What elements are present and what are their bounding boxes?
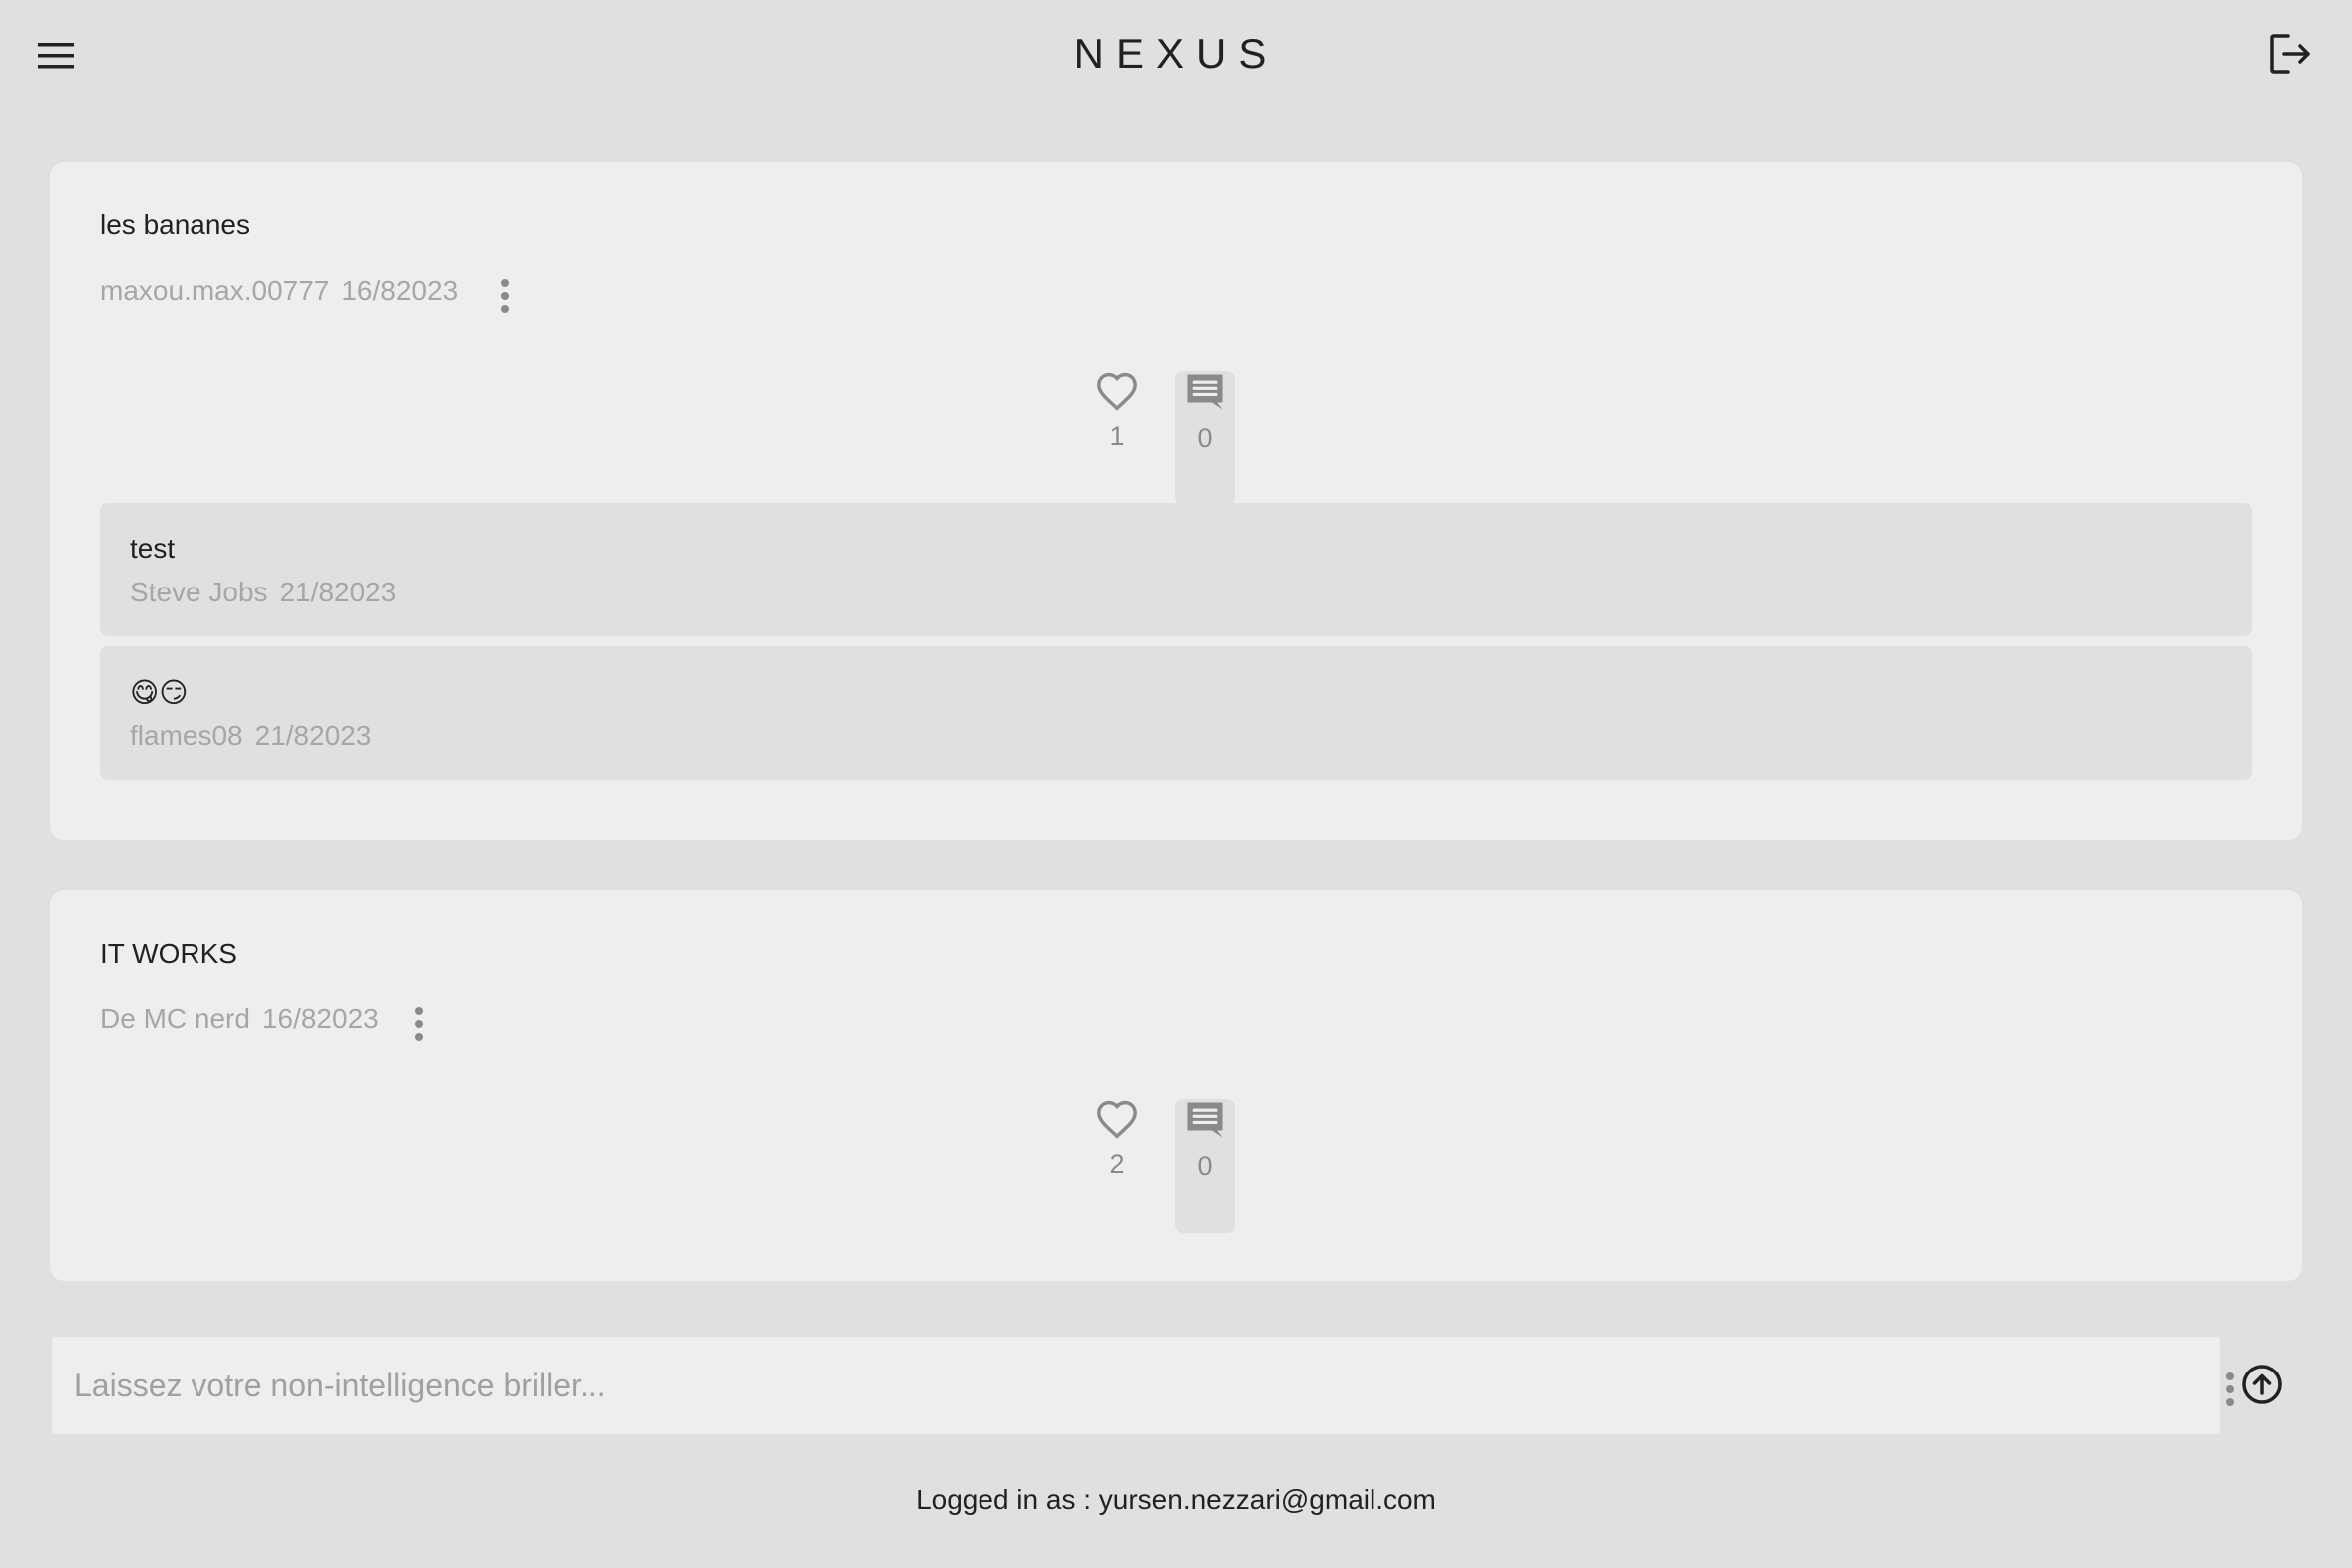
send-post-button[interactable] xyxy=(2240,1363,2284,1406)
post-actions: 1 0 xyxy=(1087,371,1257,505)
heart-outline-icon xyxy=(1097,372,1137,411)
comment-count: 0 xyxy=(1197,1151,1213,1181)
heart-outline-icon xyxy=(1097,1100,1137,1139)
like-button[interactable]: 1 xyxy=(1087,371,1147,452)
comment-item: test Steve Jobs 21/82023 xyxy=(100,503,2252,636)
comment-author: Steve Jobs xyxy=(130,577,268,607)
post-meta: De MC nerd 16/82023 xyxy=(100,1003,379,1035)
logout-icon xyxy=(2270,34,2310,74)
post-card: les bananes maxou.max.00777 16/82023 1 0 … xyxy=(50,162,2302,840)
comment-button[interactable]: 0 xyxy=(1175,371,1235,505)
post-more-button[interactable] xyxy=(409,1003,429,1041)
arrow-up-circle-icon xyxy=(2242,1365,2282,1404)
comment-meta: flames08 21/82023 xyxy=(130,720,371,752)
more-vert-icon xyxy=(2220,1369,2240,1406)
post-date: 16/82023 xyxy=(341,275,459,306)
comment-date: 21/82023 xyxy=(254,720,372,751)
post-title: IT WORKS xyxy=(100,938,237,969)
post-meta: maxou.max.00777 16/82023 xyxy=(100,275,458,307)
post-card: IT WORKS De MC nerd 16/82023 2 0 xyxy=(50,890,2302,1281)
comment-button[interactable]: 0 xyxy=(1175,1099,1235,1233)
like-count: 1 xyxy=(1109,421,1125,451)
comment-text: 😋😏 xyxy=(130,677,189,708)
post-date: 16/82023 xyxy=(261,1003,379,1034)
app-title: NEXUS xyxy=(1073,30,1279,77)
like-button[interactable]: 2 xyxy=(1087,1099,1147,1180)
post-title: les bananes xyxy=(100,209,251,240)
comment-author: flames08 xyxy=(130,720,243,751)
comment-count: 0 xyxy=(1197,423,1213,453)
top-app-bar: NEXUS xyxy=(0,0,2352,112)
post-author: De MC nerd xyxy=(100,1003,250,1034)
comment-date: 21/82023 xyxy=(279,577,397,607)
comment-icon xyxy=(1187,374,1223,410)
post-author: maxou.max.00777 xyxy=(100,275,330,306)
new-post-input[interactable] xyxy=(74,1337,2149,1434)
comment-meta: Steve Jobs 21/82023 xyxy=(130,577,396,608)
comments-list: test Steve Jobs 21/82023 😋😏 flames08 21/82… xyxy=(100,503,2252,790)
comment-item: 😋😏 flames08 21/82023 xyxy=(100,646,2252,780)
post-composer xyxy=(52,1337,2234,1434)
logged-in-status: Logged in as : yursen.nezzari@gmail.com xyxy=(916,1484,1436,1515)
post-actions: 2 0 xyxy=(1087,1099,1257,1233)
like-count: 2 xyxy=(1109,1149,1125,1179)
composer-more-button[interactable] xyxy=(2220,1369,2240,1406)
more-vert-icon xyxy=(409,1003,429,1041)
logout-button[interactable] xyxy=(2266,30,2314,78)
comment-text: test xyxy=(130,533,176,564)
more-vert-icon xyxy=(495,275,515,313)
post-more-button[interactable] xyxy=(495,275,515,313)
comment-icon xyxy=(1187,1102,1223,1138)
